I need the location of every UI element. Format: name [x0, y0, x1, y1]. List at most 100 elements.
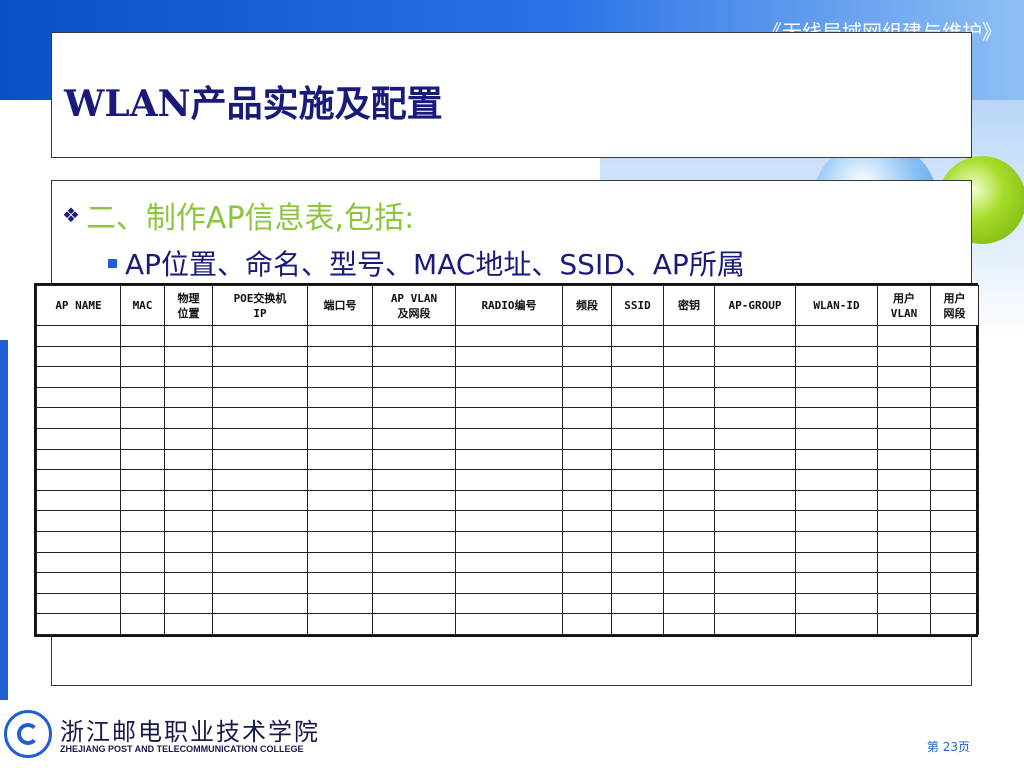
table-cell: [714, 448, 796, 471]
table-cell: [372, 469, 456, 491]
table-cell: [562, 448, 612, 471]
college-name-en: ZHEJIANG POST AND TELECOMMUNICATION COLL…: [60, 744, 304, 754]
table-cell: [372, 551, 456, 574]
table-cell: [307, 613, 373, 635]
table-cell: [562, 510, 612, 532]
table-cell: [455, 469, 563, 491]
table-cell: [562, 572, 612, 594]
table-cell: [455, 427, 563, 450]
table-cell: [795, 469, 878, 491]
table-cell: [562, 325, 612, 347]
table-cell: [562, 469, 612, 491]
table-row: [36, 386, 979, 409]
table-cell: [930, 592, 979, 615]
table-cell: [120, 386, 165, 409]
header-band: 频段: [562, 285, 612, 326]
header-poe-switch-ip: POE交换机 IP: [212, 285, 308, 326]
table-body: [36, 325, 979, 635]
table-cell: [930, 407, 979, 429]
table-cell: [212, 469, 308, 491]
table-cell: [611, 325, 664, 347]
table-cell: [164, 510, 213, 532]
table-cell: [36, 530, 121, 553]
table-cell: [372, 407, 456, 429]
header-user-subnet: 用户 网段: [930, 285, 979, 326]
table-cell: [164, 386, 213, 409]
header-radio-id: RADIO编号: [455, 285, 563, 326]
table-cell: [212, 386, 308, 409]
table-cell: [611, 448, 664, 471]
table-cell: [795, 613, 878, 635]
table-cell: [877, 530, 931, 553]
table-cell: [36, 592, 121, 615]
table-cell: [372, 530, 456, 553]
table-row: [36, 345, 979, 368]
table-cell: [36, 386, 121, 409]
table-cell: [120, 345, 165, 368]
table-cell: [877, 613, 931, 635]
table-cell: [795, 592, 878, 615]
table-cell: [307, 551, 373, 574]
table-cell: [562, 407, 612, 429]
table-cell: [455, 489, 563, 512]
table-cell: [212, 510, 308, 532]
table-cell: [164, 551, 213, 574]
table-cell: [663, 469, 715, 491]
table-cell: [877, 366, 931, 388]
table-cell: [212, 427, 308, 450]
table-cell: [611, 572, 664, 594]
header-key: 密钥: [663, 285, 715, 326]
table-cell: [36, 325, 121, 347]
table-cell: [307, 427, 373, 450]
table-cell: [36, 448, 121, 471]
table-cell: [307, 407, 373, 429]
table-cell: [36, 407, 121, 429]
table-cell: [714, 530, 796, 553]
table-cell: [611, 407, 664, 429]
sub-bullet-text: AP位置、命名、型号、MAC地址、SSID、AP所属: [125, 248, 745, 281]
table-cell: [877, 469, 931, 491]
table-cell: [877, 386, 931, 409]
table-cell: [562, 592, 612, 615]
table-cell: [663, 551, 715, 574]
college-logo: 浙江邮电职业技术学院 ZHEJIANG POST AND TELECOMMUNI…: [4, 710, 318, 764]
table-cell: [562, 386, 612, 409]
table-cell: [795, 489, 878, 512]
table-cell: [372, 366, 456, 388]
table-cell: [307, 489, 373, 512]
table-row: [36, 407, 979, 429]
table-cell: [795, 386, 878, 409]
table-cell: [663, 366, 715, 388]
table-row: [36, 613, 979, 635]
table-cell: [930, 613, 979, 635]
table-cell: [212, 613, 308, 635]
table-cell: [930, 366, 979, 388]
table-cell: [663, 572, 715, 594]
header-physical-location: 物理 位置: [164, 285, 213, 326]
table-cell: [877, 551, 931, 574]
table-header-row: AP NAME MAC 物理 位置 POE交换机 IP 端口号 AP VLAN …: [36, 285, 979, 326]
table-cell: [930, 469, 979, 491]
table-cell: [930, 530, 979, 553]
table-cell: [455, 613, 563, 635]
table-cell: [372, 386, 456, 409]
table-cell: [663, 448, 715, 471]
table-cell: [611, 551, 664, 574]
header-mac: MAC: [120, 285, 165, 326]
header-user-vlan: 用户 VLAN: [877, 285, 931, 326]
table-cell: [307, 510, 373, 532]
table-cell: [663, 345, 715, 368]
table-row: [36, 325, 979, 347]
table-cell: [877, 510, 931, 532]
table-cell: [455, 448, 563, 471]
ap-info-table: AP NAME MAC 物理 位置 POE交换机 IP 端口号 AP VLAN …: [36, 285, 979, 635]
table-cell: [930, 551, 979, 574]
table-cell: [714, 386, 796, 409]
table-cell: [164, 366, 213, 388]
table-cell: [120, 572, 165, 594]
table-row: [36, 592, 979, 615]
table-row: [36, 510, 979, 532]
table-cell: [212, 489, 308, 512]
table-cell: [372, 448, 456, 471]
table-cell: [212, 448, 308, 471]
